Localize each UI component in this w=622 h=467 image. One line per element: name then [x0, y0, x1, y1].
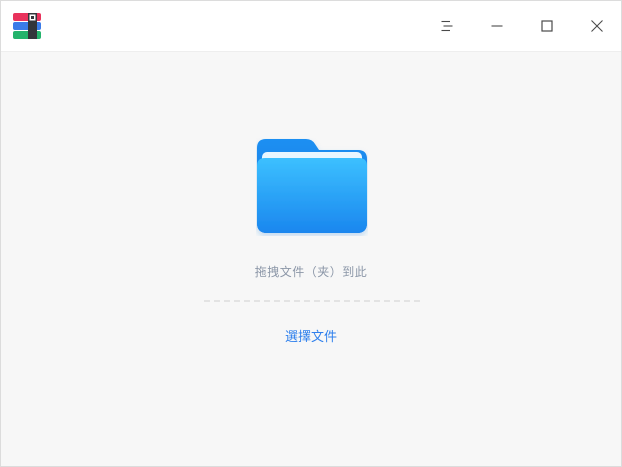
app-window: 拖拽文件（夹）到此 選擇文件	[0, 0, 622, 467]
menu-icon	[441, 20, 453, 32]
dashed-divider	[204, 300, 420, 302]
menu-button[interactable]	[423, 1, 471, 51]
minimize-icon	[491, 20, 503, 32]
title-bar	[1, 1, 621, 52]
close-button[interactable]	[573, 1, 621, 51]
archive-app-icon	[13, 13, 41, 39]
select-files-link[interactable]: 選擇文件	[1, 326, 621, 345]
maximize-icon	[541, 20, 553, 32]
drop-zone[interactable]: 拖拽文件（夹）到此 選擇文件	[1, 52, 621, 466]
folder-icon	[256, 138, 368, 236]
minimize-button[interactable]	[473, 1, 521, 51]
drop-hint-text: 拖拽文件（夹）到此	[254, 265, 368, 279]
maximize-button[interactable]	[523, 1, 571, 51]
close-icon	[591, 20, 603, 32]
